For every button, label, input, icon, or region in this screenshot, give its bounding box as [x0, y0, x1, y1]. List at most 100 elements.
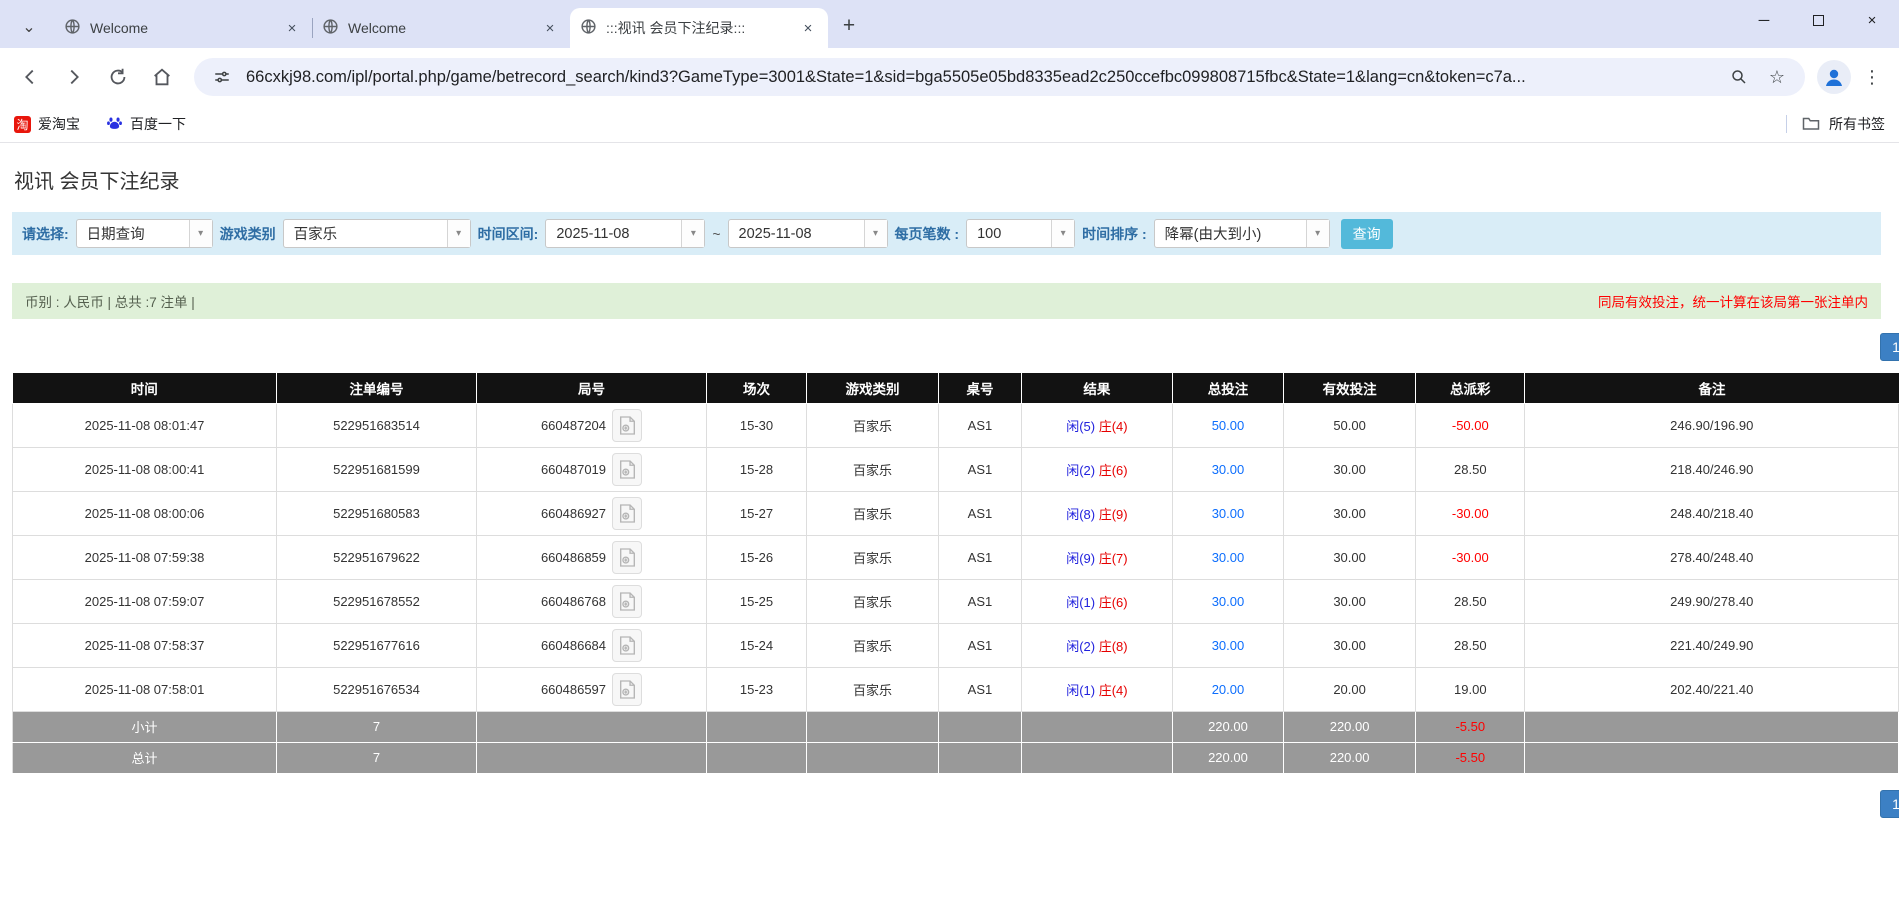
zoom-icon[interactable]	[1725, 63, 1753, 91]
result-banker[interactable]: 庄(8)	[1099, 639, 1128, 654]
subtotal-label: 小计	[13, 711, 277, 742]
result-banker[interactable]: 庄(4)	[1099, 683, 1128, 698]
bookmark-taobao[interactable]: 淘 爱淘宝	[14, 114, 80, 134]
video-replay-icon[interactable]	[612, 541, 642, 574]
bookmarks-divider	[1786, 115, 1787, 133]
video-replay-icon[interactable]	[612, 629, 642, 662]
video-replay-icon[interactable]	[612, 453, 642, 486]
game-type-label: 游戏类别	[220, 224, 276, 244]
cell-payout: 28.50	[1416, 447, 1525, 491]
page-1-button[interactable]: 1	[1880, 790, 1899, 818]
reload-icon[interactable]	[98, 57, 138, 97]
page-title: 视讯 会员下注纪录	[14, 165, 1899, 194]
video-replay-icon[interactable]	[612, 497, 642, 530]
tab-welcome-2[interactable]: Welcome ×	[312, 8, 570, 48]
sort-select[interactable]: 降幂(由大到小) ▾	[1154, 219, 1330, 248]
bookmark-star-icon[interactable]: ☆	[1763, 63, 1791, 91]
table-row: 2025-11-08 07:59:07 522951678552 6604867…	[13, 579, 1899, 623]
page-1-button[interactable]: 1	[1880, 333, 1899, 361]
close-icon[interactable]: ×	[540, 18, 560, 38]
chevron-down-icon: ▾	[447, 220, 470, 247]
cell-round-id: 660487019	[476, 447, 706, 491]
cell-remark: 246.90/196.90	[1525, 403, 1899, 447]
cell-round-id: 660486859	[476, 535, 706, 579]
result-player[interactable]: 闲(2)	[1066, 463, 1095, 478]
profile-avatar[interactable]	[1817, 60, 1851, 94]
cell-table-no: AS1	[938, 579, 1021, 623]
close-icon[interactable]: ×	[798, 18, 818, 38]
back-icon[interactable]	[10, 57, 50, 97]
pagination-top: 1	[12, 333, 1899, 363]
video-replay-icon[interactable]	[612, 673, 642, 706]
result-player[interactable]: 闲(2)	[1066, 639, 1095, 654]
query-mode-select[interactable]: 日期查询 ▾	[76, 219, 213, 248]
close-icon[interactable]: ×	[282, 18, 302, 38]
taobao-icon: 淘	[14, 116, 31, 133]
game-type-select[interactable]: 百家乐 ▾	[283, 219, 471, 248]
total-row: 总计 7 220.00 220.00 -5.50	[13, 742, 1899, 773]
home-icon[interactable]	[142, 57, 182, 97]
cell-game-type: 百家乐	[806, 667, 938, 711]
col-bet-id: 注单编号	[277, 373, 477, 403]
result-player[interactable]: 闲(1)	[1066, 683, 1095, 698]
bookmark-label: 百度一下	[130, 114, 186, 134]
cell-bet-id: 522951676534	[277, 667, 477, 711]
all-bookmarks-label[interactable]: 所有书签	[1829, 114, 1885, 134]
result-player[interactable]: 闲(9)	[1066, 551, 1095, 566]
cell-payout: 28.50	[1416, 623, 1525, 667]
chevron-down-icon: ▾	[681, 220, 704, 247]
result-banker[interactable]: 庄(4)	[1099, 419, 1128, 434]
cell-result: 闲(2) 庄(6)	[1021, 447, 1172, 491]
cell-session: 15-24	[707, 623, 807, 667]
cell-bet-id: 522951683514	[277, 403, 477, 447]
cell-bet-id: 522951678552	[277, 579, 477, 623]
cell-round-id: 660486597	[476, 667, 706, 711]
subtotal-count: 7	[277, 711, 477, 742]
cell-table-no: AS1	[938, 447, 1021, 491]
forward-icon[interactable]	[54, 57, 94, 97]
cell-result: 闲(9) 庄(7)	[1021, 535, 1172, 579]
result-banker[interactable]: 庄(6)	[1099, 595, 1128, 610]
video-replay-icon[interactable]	[612, 585, 642, 618]
close-window-icon[interactable]: ×	[1845, 0, 1899, 40]
new-tab-button[interactable]: +	[834, 11, 864, 41]
address-bar[interactable]: 66cxkj98.com/ipl/portal.php/game/betreco…	[194, 58, 1805, 96]
search-button[interactable]: 查询	[1341, 219, 1393, 249]
cell-remark: 249.90/278.40	[1525, 579, 1899, 623]
result-player[interactable]: 闲(1)	[1066, 595, 1095, 610]
video-replay-icon[interactable]	[612, 409, 642, 442]
cell-remark: 218.40/246.90	[1525, 447, 1899, 491]
cell-result: 闲(5) 庄(4)	[1021, 403, 1172, 447]
result-banker[interactable]: 庄(6)	[1099, 463, 1128, 478]
cell-time: 2025-11-08 07:59:38	[13, 535, 277, 579]
cell-table-no: AS1	[938, 535, 1021, 579]
date-to-select[interactable]: 2025-11-08 ▾	[728, 219, 888, 248]
cell-payout: -30.00	[1416, 491, 1525, 535]
minimize-icon[interactable]: ─	[1737, 0, 1791, 40]
url-text[interactable]: 66cxkj98.com/ipl/portal.php/game/betreco…	[246, 68, 1715, 87]
cell-remark: 202.40/221.40	[1525, 667, 1899, 711]
cell-valid-bet: 30.00	[1284, 491, 1416, 535]
bookmark-label: 爱淘宝	[38, 114, 80, 134]
date-from-select[interactable]: 2025-11-08 ▾	[545, 219, 705, 248]
result-player[interactable]: 闲(5)	[1066, 419, 1095, 434]
bookmark-baidu[interactable]: 百度一下	[106, 114, 186, 134]
cell-valid-bet: 30.00	[1284, 535, 1416, 579]
browser-menu-icon[interactable]: ⋮	[1855, 60, 1889, 94]
maximize-icon[interactable]	[1791, 0, 1845, 40]
cell-valid-bet: 20.00	[1284, 667, 1416, 711]
cell-time: 2025-11-08 08:00:06	[13, 491, 277, 535]
tab-betrecord-active[interactable]: :::视讯 会员下注纪录::: ×	[570, 8, 828, 48]
per-page-select[interactable]: 100 ▾	[966, 219, 1075, 248]
cell-remark: 248.40/218.40	[1525, 491, 1899, 535]
table-row: 2025-11-08 08:01:47 522951683514 6604872…	[13, 403, 1899, 447]
cell-remark: 221.40/249.90	[1525, 623, 1899, 667]
tab-search-chevron-icon[interactable]: ⌄	[12, 10, 46, 44]
tab-welcome-1[interactable]: Welcome ×	[54, 8, 312, 48]
site-info-icon[interactable]	[208, 63, 236, 91]
result-banker[interactable]: 庄(9)	[1099, 507, 1128, 522]
result-player[interactable]: 闲(8)	[1066, 507, 1095, 522]
cell-round-id: 660487204	[476, 403, 706, 447]
result-banker[interactable]: 庄(7)	[1099, 551, 1128, 566]
cell-total-bet: 50.00	[1172, 403, 1283, 447]
